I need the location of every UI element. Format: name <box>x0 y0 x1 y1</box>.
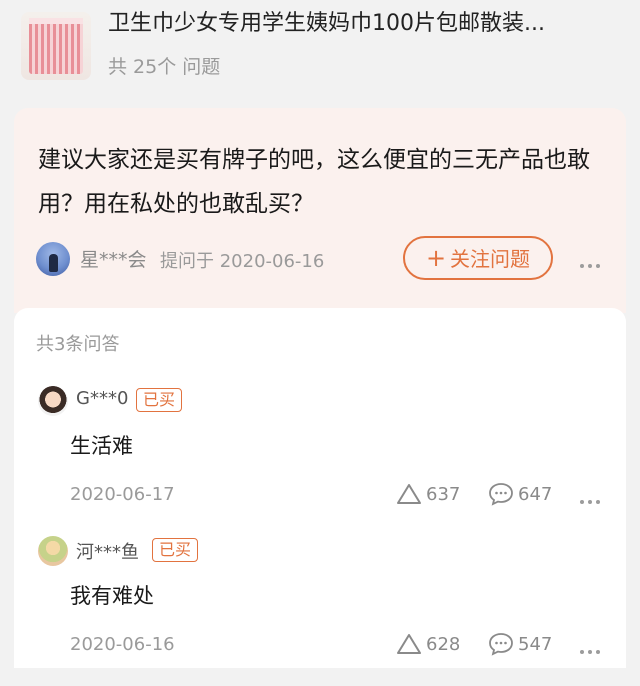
follow-question-button[interactable]: + 关注问题 <box>403 236 553 280</box>
answer-date: 2020-06-17 <box>70 484 175 505</box>
answer-item: 河***鱼 已买 我有难处 2020-06-16 628 547 <box>14 536 626 686</box>
answers-card: 共3条问答 G***0 已买 生活难 2020-06-17 637 647 河*… <box>14 308 626 668</box>
answer-text: 我有难处 <box>70 584 154 608</box>
like-count: 637 <box>426 484 461 505</box>
answer-user-name[interactable]: G***0 <box>76 388 128 409</box>
more-options-icon[interactable] <box>580 491 610 504</box>
plus-icon: + <box>425 244 447 272</box>
answer-user-name[interactable]: 河***鱼 <box>76 538 139 564</box>
avatar[interactable] <box>38 536 68 566</box>
product-image <box>29 18 83 74</box>
answers-count: 共3条问答 <box>36 334 120 355</box>
comment-icon[interactable] <box>488 482 514 506</box>
comment-count: 647 <box>518 484 553 505</box>
more-options-icon[interactable] <box>580 255 610 268</box>
product-title[interactable]: 卫生巾少女专用学生姨妈巾100片包邮散装... <box>108 8 628 40</box>
question-count: 共 25个 问题 <box>108 56 221 78</box>
product-header[interactable]: 卫生巾少女专用学生姨妈巾100片包邮散装... 共 25个 问题 <box>0 0 640 100</box>
asker-name[interactable]: 星***会 <box>80 245 147 272</box>
like-icon[interactable] <box>396 632 422 656</box>
follow-label: 关注问题 <box>450 247 531 271</box>
comment-icon[interactable] <box>488 632 514 656</box>
like-count: 628 <box>426 634 461 655</box>
answer-item: G***0 已买 生活难 2020-06-17 637 647 <box>14 386 626 536</box>
like-icon[interactable] <box>396 482 422 506</box>
question-text: 建议大家还是买有牌子的吧，这么便宜的三无产品也敢用？用在私处的也敢乱买？ <box>38 147 590 217</box>
bought-badge: 已买 <box>136 388 183 412</box>
answer-text: 生活难 <box>70 434 133 458</box>
more-options-icon[interactable] <box>580 641 610 654</box>
avatar[interactable] <box>36 242 70 276</box>
avatar[interactable] <box>38 386 68 416</box>
bought-badge: 已买 <box>152 538 199 562</box>
product-thumbnail[interactable] <box>21 12 91 80</box>
answer-date: 2020-06-16 <box>70 634 175 655</box>
question-card: 建议大家还是买有牌子的吧，这么便宜的三无产品也敢用？用在私处的也敢乱买？ 星**… <box>14 108 626 313</box>
asked-date: 提问于 2020-06-16 <box>160 251 325 272</box>
comment-count: 547 <box>518 634 553 655</box>
